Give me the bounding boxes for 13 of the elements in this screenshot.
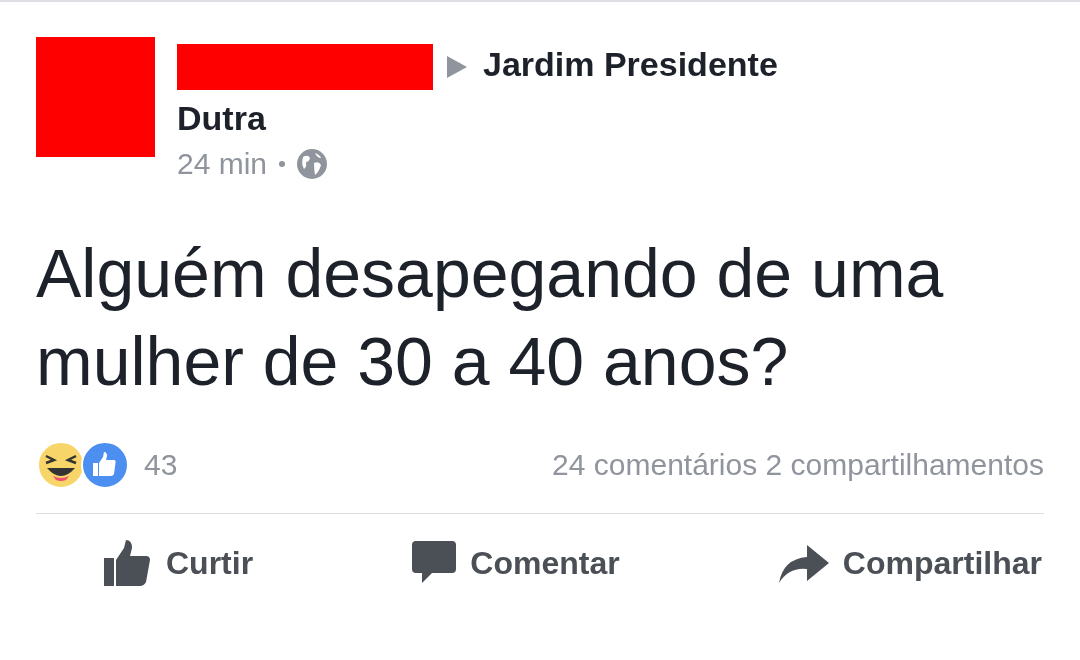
thumbs-up-icon <box>104 540 152 586</box>
group-name[interactable]: Dutra <box>177 99 266 137</box>
like-badge-icon <box>80 440 130 490</box>
share-button[interactable]: Compartilhar <box>778 536 1042 590</box>
like-button[interactable]: Curtir <box>104 536 254 590</box>
triangle-arrow-icon <box>447 56 467 78</box>
speech-bubble-icon <box>412 541 457 585</box>
globe-icon <box>297 149 328 179</box>
group-name[interactable]: Jardim Presidente <box>483 45 778 83</box>
dot-separator-icon <box>279 161 286 167</box>
post-text: Alguém desapegando de uma mulher de 30 a 40 anos? <box>35 234 945 401</box>
comment-button[interactable]: Comentar <box>412 536 620 590</box>
share-arrow-icon <box>778 543 829 583</box>
